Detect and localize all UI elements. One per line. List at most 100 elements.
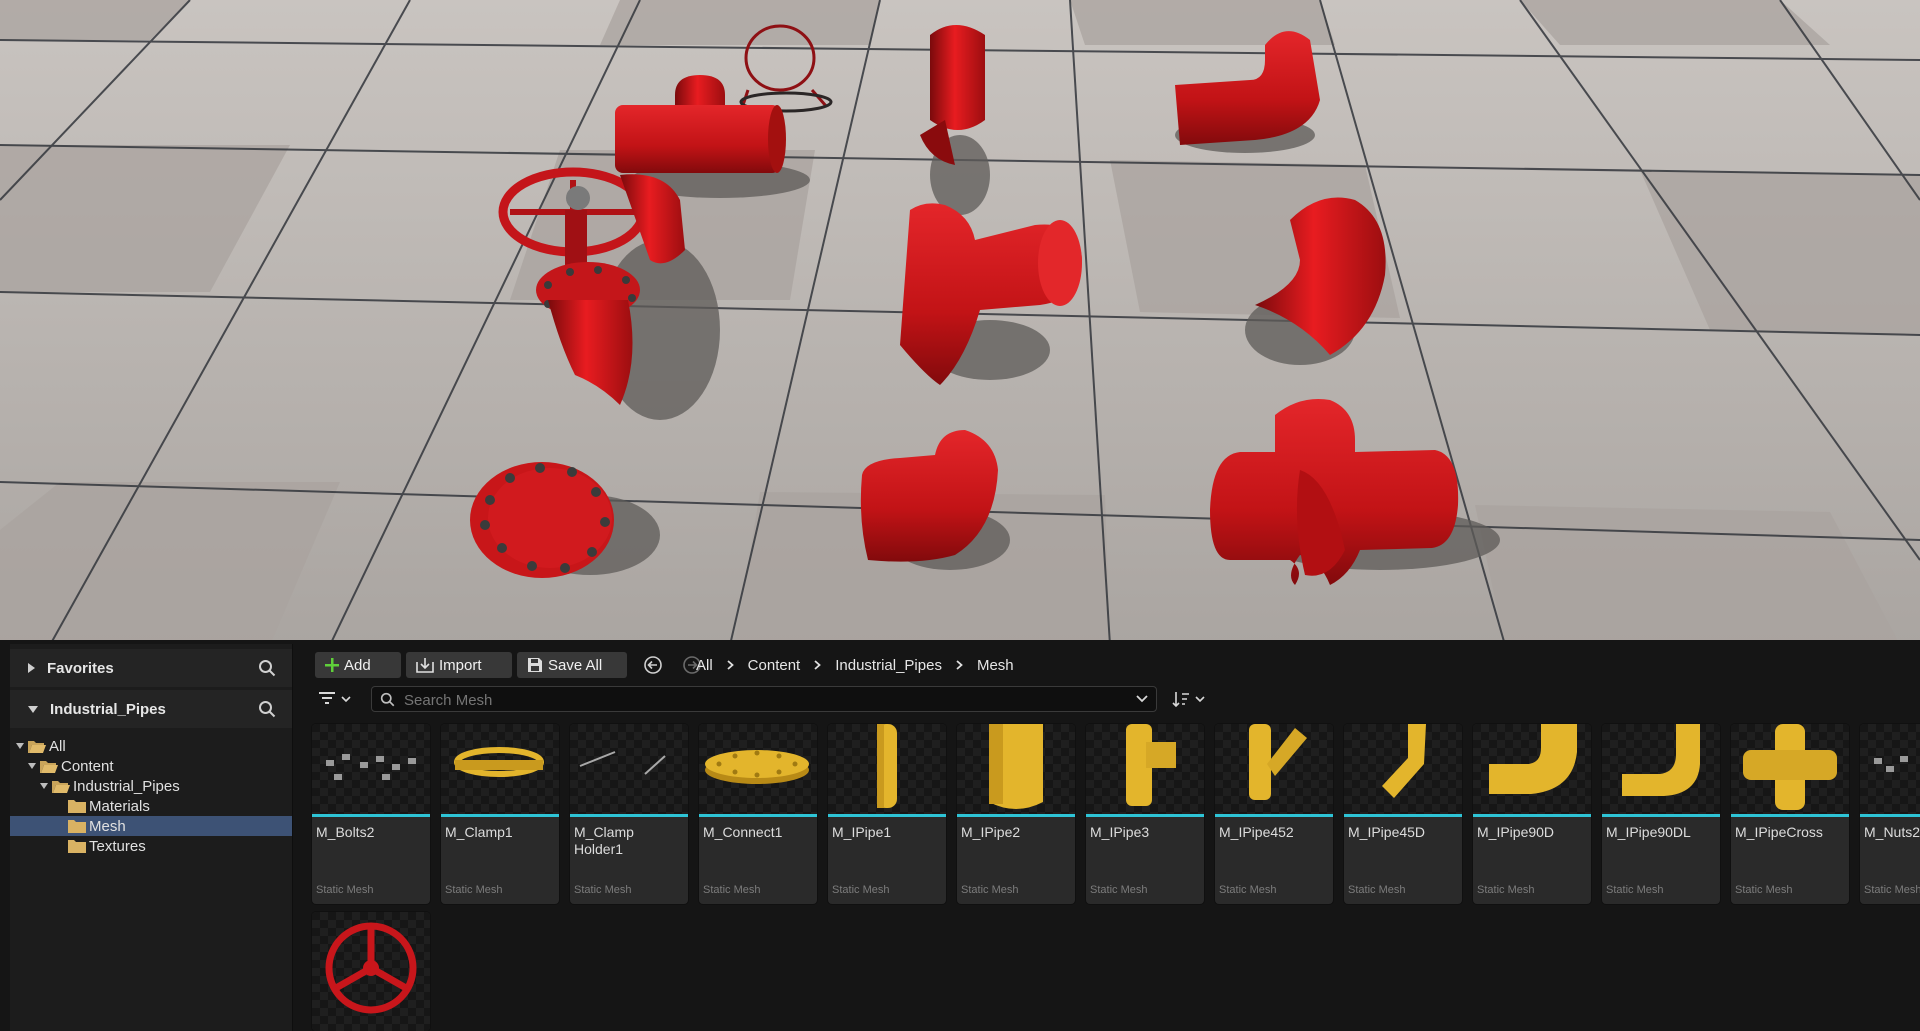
save-all-button[interactable]: Save All [517,652,627,678]
folder-icon [68,799,86,813]
asset-tile[interactable]: M_IPipe2 Static Mesh [957,724,1075,904]
asset-type-strip [699,814,817,817]
asset-name: M_Connect1 [703,824,783,840]
asset-thumbnail [1860,724,1920,814]
tree-item-industrial-pipes[interactable]: Industrial_Pipes [10,776,292,796]
asset-name: M_IPipe45D [1348,824,1426,840]
asset-type-strip [1731,814,1849,817]
search-icon[interactable] [258,700,276,718]
breadcrumb-item[interactable]: Mesh [977,657,1014,674]
sort-icon[interactable] [1172,691,1208,709]
asset-type-strip [570,814,688,817]
asset-tile[interactable]: M_Bolts2 Static Mesh [312,724,430,904]
breadcrumb-item[interactable]: Content [748,657,801,674]
tree-item-materials[interactable]: Materials [10,796,292,816]
asset-tile[interactable]: M_IPipe90D Static Mesh [1473,724,1591,904]
open-folder-icon [52,780,70,793]
level-viewport[interactable] [0,0,1920,645]
tree-item-label: Textures [89,837,146,855]
asset-thumbnail [312,912,430,1031]
asset-tile[interactable]: M_IPipe3 Static Mesh [1086,724,1204,904]
add-button[interactable]: Add [315,652,401,678]
asset-thumbnail [957,724,1075,814]
search-input[interactable] [402,690,1106,710]
tree-item-label: All [49,737,66,755]
filter-row [300,686,1920,714]
y-pipe-thumbnail-icon [1249,724,1307,800]
asset-type: Static Mesh [1090,884,1148,896]
breadcrumb-item[interactable]: All [696,657,713,674]
back-arrow-icon[interactable] [643,655,663,675]
asset-tile[interactable]: M_IPipe45D Static Mesh [1344,724,1462,904]
asset-name: M_Clamp Holder1 [574,824,634,857]
tee-pipe-thumbnail-icon [1126,724,1176,806]
save-all-label: Save All [548,656,603,674]
tree-item-label: Industrial_Pipes [73,777,180,795]
clamp-holder-thumbnail-icon [579,751,666,775]
nuts-thumbnail-icon [1874,756,1908,772]
open-folder-icon [40,760,58,773]
search-icon [380,692,395,707]
pipe-thumbnail-icon [989,724,1043,809]
favorites-label: Favorites [47,659,114,677]
asset-tile[interactable]: M_Nuts2 Static Mesh [1860,724,1920,904]
tree-item-label: Materials [89,797,150,815]
asset-type-strip [1344,814,1462,817]
asset-name: M_IPipe90D [1477,824,1555,840]
asset-name: M_Clamp1 [445,824,513,840]
chevron-right-icon[interactable] [956,660,963,670]
asset-name: M_IPipe90DL [1606,824,1691,840]
asset-tile[interactable]: M_Clamp Holder1 Static Mesh [570,724,688,904]
breadcrumb-item[interactable]: Industrial_Pipes [835,657,942,674]
tree-item-mesh[interactable]: Mesh [10,816,292,836]
asset-type-strip [1215,814,1333,817]
filter-icon[interactable] [318,691,354,707]
tree-item-all[interactable]: All [10,736,292,756]
search-icon[interactable] [258,659,276,677]
favorites-header[interactable]: Favorites [10,649,292,687]
folder-icon [68,839,86,853]
asset-type: Static Mesh [832,884,890,896]
valve-wheel-thumbnail-icon [325,922,417,1014]
chevron-right-icon[interactable] [814,660,822,670]
asset-name: M_Nuts2 [1864,824,1920,840]
asset-tile[interactable]: M_IPipe452 Static Mesh [1215,724,1333,904]
asset-type: Static Mesh [316,884,374,896]
asset-name: M_IPipeCross [1735,824,1823,840]
asset-name: M_IPipe2 [961,824,1021,840]
collection-label: Industrial_Pipes [50,700,166,718]
asset-thumbnail [1086,724,1204,814]
asset-tile[interactable]: M_Clamp1 Static Mesh [441,724,559,904]
tree-item-textures[interactable]: Textures [10,836,292,856]
flange-thumbnail-icon [705,750,809,784]
asset-tile[interactable]: M_Connect1 Static Mesh [699,724,817,904]
save-icon [528,658,542,672]
collapse-arrow-icon [40,783,48,789]
elbow-pipe-thumbnail-icon [1489,724,1577,794]
content-toolbar: Add Import Save All All Content Industri… [300,650,1920,680]
elbow-pipe-thumbnail-icon [1382,724,1426,798]
asset-tile[interactable]: M_IPipeCross Static Mesh [1731,724,1849,904]
content-browser: Favorites Industrial_Pipes All Content I… [0,640,1920,1031]
clamp-thumbnail-icon [454,747,544,777]
import-label: Import [439,656,482,674]
collapse-arrow-icon [28,705,38,713]
asset-type: Static Mesh [574,884,632,896]
asset-type-strip [312,814,430,817]
asset-tile[interactable]: M_IPipe90DL Static Mesh [1602,724,1720,904]
asset-thumbnail [1731,724,1849,814]
asset-thumbnail [441,724,559,814]
asset-tile[interactable]: M_IPipe1 Static Mesh [828,724,946,904]
chevron-down-icon[interactable] [1136,695,1148,703]
add-label: Add [344,656,371,674]
collection-header[interactable]: Industrial_Pipes [10,690,292,728]
search-field[interactable] [371,686,1157,712]
asset-name: M_IPipe1 [832,824,892,840]
chevron-right-icon[interactable] [727,660,734,670]
tree-item-content[interactable]: Content [10,756,292,776]
asset-type-strip [957,814,1075,817]
import-button[interactable]: Import [406,652,512,678]
asset-tile[interactable] [312,912,430,1031]
asset-type-strip [1086,814,1204,817]
plus-icon [325,658,339,672]
